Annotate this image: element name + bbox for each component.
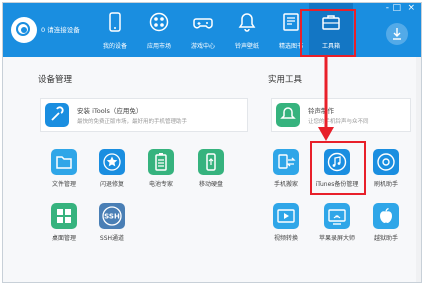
- tool-mobile-disk[interactable]: 移动硬盘: [186, 149, 236, 193]
- apps-icon: [149, 12, 169, 32]
- install-itools-banner[interactable]: 安装 iTools（应用免） 最快的免费正版市场，最好用的手机管理助手: [40, 98, 248, 132]
- tool-jailbreak-assistant[interactable]: 越狱助手: [361, 203, 411, 247]
- itools-logo-icon: [11, 17, 37, 43]
- close-button[interactable]: ×: [407, 3, 415, 13]
- device-status[interactable]: 0 请连接设备: [41, 24, 80, 34]
- apple-icon: [373, 203, 399, 229]
- scrollbar[interactable]: [416, 57, 421, 282]
- ringtone-maker-banner[interactable]: 铃声制作 让您的手机铃声与众不同: [271, 98, 411, 132]
- nav-app-market[interactable]: 应用市场: [137, 3, 181, 57]
- screen-record-icon: [324, 203, 350, 229]
- nav-game-center[interactable]: 游戏中心: [181, 3, 225, 57]
- svg-text:SSH: SSH: [104, 213, 120, 221]
- tool-video-conversion[interactable]: 视频转换: [261, 203, 311, 247]
- device-management-title: 设备管理: [38, 75, 73, 85]
- tool-label: 移动硬盘: [198, 181, 223, 188]
- battery-icon: [148, 149, 174, 175]
- phone-icon: [109, 12, 121, 32]
- banner-title: 安装 iTools（应用免）: [77, 107, 143, 115]
- app-window: 0 请连接设备 我的设备 应用市场 游戏中心 铃声壁纸 精选图书 工具箱 - □: [2, 2, 422, 283]
- video-icon: [273, 203, 299, 229]
- folder-icon: [51, 149, 77, 175]
- toolbox-highlight-box: [300, 9, 356, 57]
- nav-label: 我的设备: [102, 43, 127, 50]
- star-icon: [99, 149, 125, 175]
- book-icon: [283, 13, 299, 31]
- download-icon: [393, 28, 401, 40]
- nav-ringtones-wallpapers[interactable]: 铃声壁纸: [225, 3, 269, 57]
- ssh-icon: SSH: [99, 203, 125, 229]
- nav-label: 游戏中心: [190, 43, 215, 50]
- desktop-grid-icon: [51, 203, 77, 229]
- tools-icon: [45, 103, 69, 127]
- usb-icon: [198, 149, 224, 175]
- flash-icon: [373, 149, 399, 175]
- bell-icon: [238, 13, 256, 32]
- tool-label: 越狱助手: [373, 235, 398, 242]
- itunes-backup-highlight-box: [310, 141, 366, 195]
- nav-my-device[interactable]: 我的设备: [93, 3, 137, 57]
- red-arrow-icon: [318, 57, 334, 141]
- tool-flash-assistant[interactable]: 刷机助手: [361, 149, 411, 193]
- minimize-button[interactable]: -: [386, 3, 389, 13]
- banner-description: 最快的免费正版市场，最好用的手机管理助手: [77, 119, 188, 125]
- maximize-button[interactable]: □: [392, 3, 401, 13]
- top-navigation-bar: 0 请连接设备 我的设备 应用市场 游戏中心 铃声壁纸 精选图书 工具箱 - □: [3, 3, 421, 57]
- bell-icon: [276, 103, 300, 127]
- tool-battery-expert[interactable]: 电池专家: [136, 149, 186, 193]
- tool-phone-transfer[interactable]: 手机搬家: [261, 149, 311, 193]
- nav-label: 应用市场: [146, 43, 171, 50]
- phone-transfer-icon: [273, 149, 299, 175]
- gamepad-icon: [193, 18, 213, 29]
- tool-label: SSH通道: [99, 235, 125, 242]
- nav-label: 铃声壁纸: [234, 43, 259, 50]
- utility-tools-title: 实用工具: [268, 75, 303, 85]
- tool-ssh-tunnel[interactable]: SSH SSH通道: [87, 203, 137, 247]
